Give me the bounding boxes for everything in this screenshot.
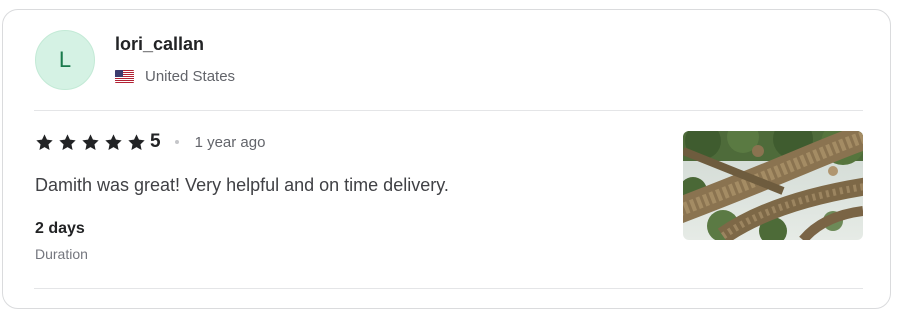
us-flag-icon <box>115 70 134 83</box>
star-icon <box>36 133 53 150</box>
footer-divider <box>34 288 863 289</box>
rating-value: 5 <box>150 131 161 152</box>
review-text: Damith was great! Very helpful and on ti… <box>35 175 449 195</box>
star-icon <box>105 133 122 150</box>
avatar[interactable]: L <box>35 30 95 90</box>
review-time: 1 year ago <box>194 133 266 151</box>
duration-value: 2 days <box>35 220 85 237</box>
country-label: United States <box>145 68 236 85</box>
star-rating <box>35 133 150 152</box>
header-divider <box>34 110 863 111</box>
star-icon <box>128 133 145 150</box>
star-icon <box>82 133 99 150</box>
review-card: L lori_callan United States 5 1 year ago <box>2 9 891 309</box>
reviewer-username[interactable]: lori_callan <box>115 34 204 55</box>
tree-photo <box>683 131 863 240</box>
reviewer-country: United States <box>115 68 235 85</box>
avatar-initial: L <box>58 47 72 72</box>
rating-row: 5 1 year ago <box>35 131 265 153</box>
star-icon <box>59 133 76 150</box>
dot-separator <box>174 140 179 144</box>
duration-label: Duration <box>35 246 88 262</box>
review-image-thumbnail[interactable] <box>683 131 863 240</box>
